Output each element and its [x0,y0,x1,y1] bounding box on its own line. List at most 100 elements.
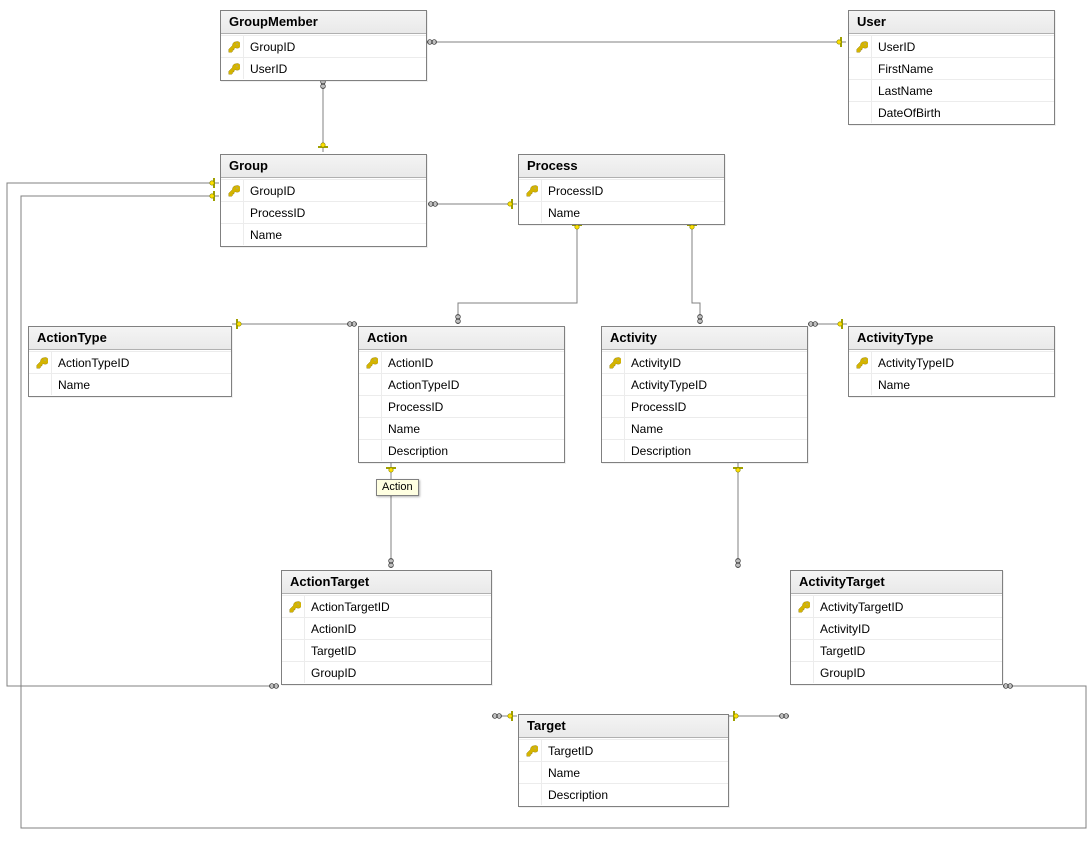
field-name: ActivityTypeID [878,356,1048,370]
primary-key-icon [225,58,244,79]
field-row[interactable]: Name [602,417,807,439]
field-row[interactable]: TargetID [282,639,491,661]
field-row[interactable]: ActionID [282,617,491,639]
entity-actiontarget[interactable]: ActionTarget ActionTargetIDActionIDTarge… [281,570,492,685]
field-name: ProcessID [631,400,801,414]
entity-activitytarget[interactable]: ActivityTarget ActivityTargetIDActivityI… [790,570,1003,685]
field-row[interactable]: ActionTargetID [282,595,491,617]
key-col-empty [363,440,382,461]
field-row[interactable]: Name [519,761,728,783]
field-row[interactable]: GroupID [221,35,426,57]
entity-title: Group [221,155,426,178]
key-col-empty [286,640,305,661]
field-row[interactable]: ActionTypeID [359,373,564,395]
key-col-empty [225,224,244,245]
field-name: ActionTargetID [311,600,485,614]
key-col-empty [523,762,542,783]
key-col-empty [363,396,382,417]
field-name: Name [878,378,1048,392]
field-name: GroupID [250,184,420,198]
field-name: TargetID [311,644,485,658]
field-row[interactable]: ActivityID [602,351,807,373]
entity-fields: ActionIDActionTypeID ProcessID NameDescrip… [359,350,564,462]
entity-fields: ActionTargetID ActionID TargetID GroupID [282,594,491,684]
field-name: LastName [878,84,1048,98]
field-row[interactable]: ActivityTypeID [602,373,807,395]
field-row[interactable]: FirstName [849,57,1054,79]
field-row[interactable]: ProcessID [602,395,807,417]
field-row[interactable]: TargetID [791,639,1002,661]
field-row[interactable]: ProcessID [359,395,564,417]
field-name: UserID [250,62,420,76]
field-row[interactable]: Name [359,417,564,439]
field-name: Description [548,788,722,802]
field-name: ActivityID [631,356,801,370]
field-name: Name [58,378,225,392]
field-row[interactable]: TargetID [519,739,728,761]
entity-activity[interactable]: Activity ActivityIDActivityTypeIDProcess… [601,326,808,463]
entity-action[interactable]: Action ActionIDActionTypeID ProcessID Name… [358,326,565,463]
entity-target[interactable]: Target TargetIDNameDescription [518,714,729,807]
field-row[interactable]: GroupID [221,179,426,201]
primary-key-icon [225,36,244,57]
key-col-empty [523,202,542,223]
field-row[interactable]: GroupID [791,661,1002,683]
entity-process[interactable]: Process ProcessIDName [518,154,725,225]
field-row[interactable]: Name [519,201,724,223]
field-name: GroupID [311,666,485,680]
field-row[interactable]: ActivityTypeID [849,351,1054,373]
field-row[interactable]: Name [29,373,231,395]
field-row[interactable]: Name [849,373,1054,395]
entity-fields: UserIDFirstName LastName DateOfBirth [849,34,1054,124]
field-name: ActivityID [820,622,996,636]
key-col-empty [795,662,814,683]
key-col-empty [286,662,305,683]
field-name: TargetID [548,744,722,758]
entity-fields: TargetID Name Description [519,738,728,806]
field-name: ActionID [311,622,485,636]
field-name: Name [631,422,801,436]
field-row[interactable]: Description [519,783,728,805]
entity-fields: ProcessID Name [519,178,724,224]
primary-key-icon [606,352,625,373]
entity-title: Action [359,327,564,350]
field-name: ProcessID [388,400,558,414]
entity-user[interactable]: User UserIDFirstName LastName DateOfBirth [848,10,1055,125]
field-row[interactable]: Description [602,439,807,461]
field-row[interactable]: UserID [849,35,1054,57]
key-col-empty [606,418,625,439]
field-row[interactable]: ProcessID [221,201,426,223]
entity-title: User [849,11,1054,34]
field-row[interactable]: Name [221,223,426,245]
key-col-empty [363,374,382,395]
key-col-empty [363,418,382,439]
entity-activitytype[interactable]: ActivityType ActivityTypeIDName [848,326,1055,397]
entity-groupmember[interactable]: GroupMember GroupIDUserID [220,10,427,81]
field-row[interactable]: LastName [849,79,1054,101]
key-col-empty [606,396,625,417]
field-row[interactable]: ProcessID [519,179,724,201]
entity-fields: ActivityTargetID ActivityID TargetIDGroupI… [791,594,1002,684]
key-col-empty [606,440,625,461]
entity-fields: ActionTypeID Name [29,350,231,396]
key-col-empty [853,102,872,123]
field-name: Name [548,766,722,780]
entity-actiontype[interactable]: ActionType ActionTypeID Name [28,326,232,397]
field-name: GroupID [250,40,420,54]
field-row[interactable]: ActionID [359,351,564,373]
key-col-empty [606,374,625,395]
field-row[interactable]: UserID [221,57,426,79]
field-row[interactable]: DateOfBirth [849,101,1054,123]
key-col-empty [853,374,872,395]
entity-title: ActionType [29,327,231,350]
field-name: ProcessID [250,206,420,220]
field-row[interactable]: ActivityTargetID [791,595,1002,617]
entity-group[interactable]: Group GroupID ProcessID Name [220,154,427,247]
field-row[interactable]: Description [359,439,564,461]
field-name: ProcessID [548,184,718,198]
key-col-empty [795,640,814,661]
field-row[interactable]: ActivityID [791,617,1002,639]
field-row[interactable]: GroupID [282,661,491,683]
primary-key-icon [33,352,52,373]
field-row[interactable]: ActionTypeID [29,351,231,373]
